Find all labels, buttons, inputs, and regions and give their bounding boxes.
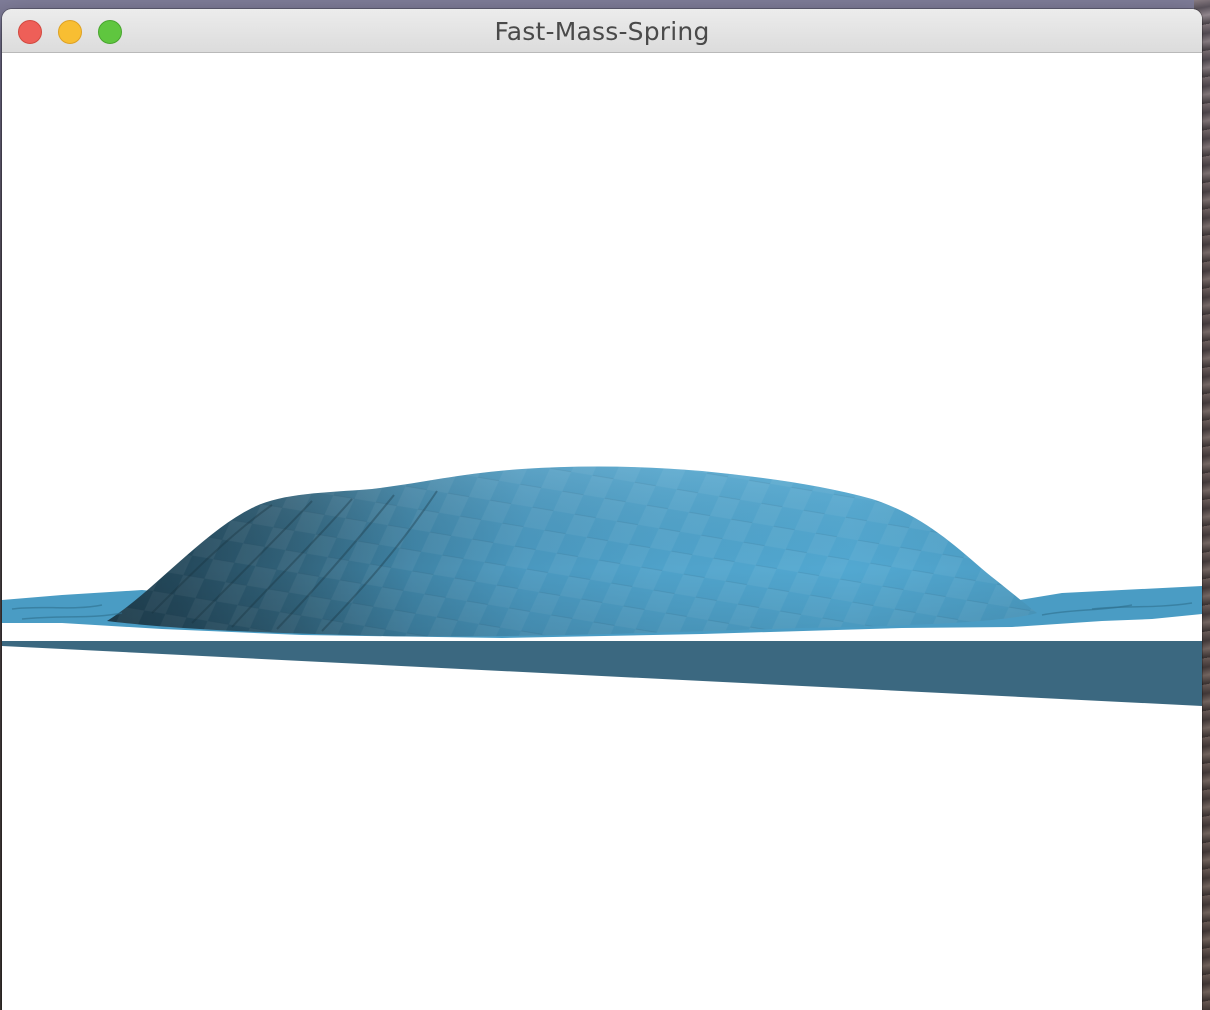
window-title: Fast-Mass-Spring [494,17,710,46]
scene-canvas [2,466,1202,706]
title-bar[interactable]: Fast-Mass-Spring [2,9,1202,53]
render-viewport[interactable] [2,53,1202,1010]
ground-plane-side [2,641,1202,706]
app-window: Fast-Mass-Spring [2,9,1202,1010]
